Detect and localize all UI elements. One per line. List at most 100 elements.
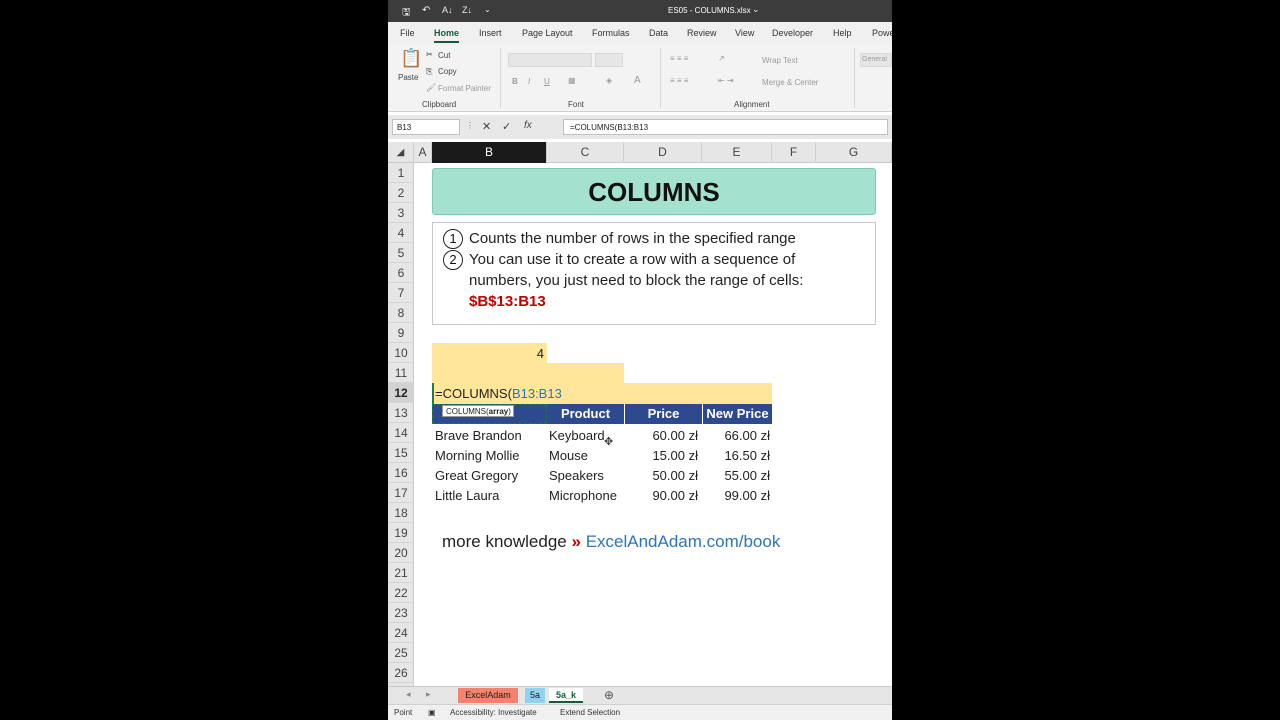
column-header-d[interactable]: D xyxy=(624,142,702,163)
bold-button[interactable]: B xyxy=(512,77,518,86)
add-sheet-icon[interactable]: ⊕ xyxy=(604,688,614,702)
indent-icon[interactable]: ⇤ ⇥ xyxy=(718,76,734,85)
column-header-e[interactable]: E xyxy=(702,142,772,163)
row-header-26[interactable]: 26 xyxy=(388,663,414,683)
table-cell-price[interactable]: 60.00 zł xyxy=(624,428,698,443)
tab-developer[interactable]: Developer xyxy=(772,28,813,38)
row-header-6[interactable]: 6 xyxy=(388,263,414,283)
formula-input[interactable]: =COLUMNS(B13:B13 xyxy=(563,119,888,135)
tab-power[interactable]: Powe xyxy=(872,28,892,38)
table-cell-name[interactable]: Morning Mollie xyxy=(435,448,545,463)
italic-button[interactable]: I xyxy=(528,77,530,86)
row-header-23[interactable]: 23 xyxy=(388,603,414,623)
row-header-19[interactable]: 19 xyxy=(388,523,414,543)
font-color-icon[interactable]: A xyxy=(634,75,641,86)
undo-icon[interactable]: ↶ xyxy=(422,5,430,16)
align-top-icon[interactable]: ≡ ≡ ≡ xyxy=(670,54,688,63)
save-icon[interactable]: 🖫 xyxy=(402,5,411,22)
row-header-2[interactable]: 2 xyxy=(388,183,414,203)
table-cell-new-price[interactable]: 66.00 zł xyxy=(702,428,770,443)
row-header-1[interactable]: 1 xyxy=(388,163,414,183)
cell-b11[interactable] xyxy=(432,363,624,383)
column-header-f[interactable]: F xyxy=(772,142,816,163)
font-name-box[interactable] xyxy=(508,53,592,67)
tab-home[interactable]: Home xyxy=(434,28,460,43)
underline-button[interactable]: U xyxy=(544,77,550,86)
row-header-8[interactable]: 8 xyxy=(388,303,414,323)
select-all-corner[interactable]: ◢ xyxy=(388,142,414,163)
enter-icon[interactable]: ✓ xyxy=(502,120,511,133)
orientation-icon[interactable]: ↗ xyxy=(718,54,725,63)
row-header-24[interactable]: 24 xyxy=(388,623,414,643)
row-header-4[interactable]: 4 xyxy=(388,223,414,243)
sheet-tab-5a[interactable]: 5a xyxy=(525,688,545,703)
row-header-12[interactable]: 12 xyxy=(388,383,414,403)
row-header-10[interactable]: 10 xyxy=(388,343,414,363)
merge-center-button[interactable]: Merge & Center xyxy=(762,78,818,87)
row-header-25[interactable]: 25 xyxy=(388,643,414,663)
paste-button[interactable]: Paste xyxy=(398,73,418,82)
table-cell-name[interactable]: Great Gregory xyxy=(435,468,545,483)
tab-help[interactable]: Help xyxy=(833,28,852,38)
tab-data[interactable]: Data xyxy=(649,28,668,38)
tab-page-layout[interactable]: Page Layout xyxy=(522,28,573,38)
scroll-right-icon[interactable]: ▸ xyxy=(426,689,431,700)
row-header-11[interactable]: 11 xyxy=(388,363,414,383)
row-header-20[interactable]: 20 xyxy=(388,543,414,563)
row-header-18[interactable]: 18 xyxy=(388,503,414,523)
table-header-product[interactable]: Product xyxy=(547,404,624,424)
sheet-tab-5a-k[interactable]: 5a_k xyxy=(549,688,583,703)
font-size-box[interactable] xyxy=(595,53,623,67)
table-cell-new-price[interactable]: 16.50 zł xyxy=(702,448,770,463)
customize-icon[interactable]: ⌄ xyxy=(484,5,491,14)
table-cell-new-price[interactable]: 99.00 zł xyxy=(702,488,770,503)
format-painter-button[interactable]: Format Painter xyxy=(438,84,491,93)
fill-color-icon[interactable]: ◈ xyxy=(606,76,612,85)
row-header-17[interactable]: 17 xyxy=(388,483,414,503)
table-header-new-price[interactable]: New Price xyxy=(702,404,772,424)
table-cell-product[interactable]: Microphone xyxy=(549,488,623,503)
promo-link[interactable]: ExcelAndAdam.com/book xyxy=(586,532,781,551)
row-header-21[interactable]: 21 xyxy=(388,563,414,583)
sort-az-icon[interactable]: A↓ xyxy=(442,5,453,15)
macro-record-icon[interactable]: ▣ xyxy=(428,708,436,717)
table-cell-price[interactable]: 15.00 zł xyxy=(624,448,698,463)
table-cell-new-price[interactable]: 55.00 zł xyxy=(702,468,770,483)
table-header-price[interactable]: Price xyxy=(624,404,702,424)
column-header-c[interactable]: C xyxy=(547,142,624,163)
cell-b12-formula[interactable]: =COLUMNS(B13:B13 xyxy=(435,386,562,401)
table-cell-price[interactable]: 50.00 zł xyxy=(624,468,698,483)
row-header-13[interactable]: 13 xyxy=(388,403,414,423)
column-header-a[interactable]: A xyxy=(414,142,432,163)
sheet-tab-exceladam[interactable]: ExcelAdam xyxy=(458,688,518,703)
column-header-g[interactable]: G xyxy=(816,142,892,163)
row-header-14[interactable]: 14 xyxy=(388,423,414,443)
copy-button[interactable]: Copy xyxy=(438,67,457,76)
tab-view[interactable]: View xyxy=(735,28,754,38)
row-header-22[interactable]: 22 xyxy=(388,583,414,603)
scroll-left-icon[interactable]: ◂ xyxy=(406,689,411,700)
cancel-icon[interactable]: ✕ xyxy=(482,120,491,133)
tab-file[interactable]: File xyxy=(400,28,415,38)
row-header-3[interactable]: 3 xyxy=(388,203,414,223)
tab-insert[interactable]: Insert xyxy=(479,28,502,38)
table-cell-product[interactable]: Speakers xyxy=(549,468,623,483)
row-header-5[interactable]: 5 xyxy=(388,243,414,263)
row-header-16[interactable]: 16 xyxy=(388,463,414,483)
row-header-9[interactable]: 9 xyxy=(388,323,414,343)
row-header-15[interactable]: 15 xyxy=(388,443,414,463)
table-cell-product[interactable]: Mouse xyxy=(549,448,623,463)
align-left-icon[interactable]: ≡ ≡ ≡ xyxy=(670,76,688,85)
wrap-text-button[interactable]: Wrap Text xyxy=(762,56,798,65)
column-header-b[interactable]: B xyxy=(432,142,547,163)
chevron-down-icon[interactable]: ⌄ xyxy=(752,4,760,15)
sort-za-icon[interactable]: Z↓ xyxy=(462,5,472,15)
table-cell-price[interactable]: 90.00 zł xyxy=(624,488,698,503)
row-header-7[interactable]: 7 xyxy=(388,283,414,303)
insert-function-icon[interactable]: fx xyxy=(524,120,532,131)
name-box[interactable]: B13 xyxy=(392,119,460,135)
table-cell-name[interactable]: Little Laura xyxy=(435,488,545,503)
accessibility-status[interactable]: Accessibility: Investigate xyxy=(450,708,537,717)
borders-icon[interactable]: ▦ xyxy=(568,76,576,85)
tab-review[interactable]: Review xyxy=(687,28,717,38)
